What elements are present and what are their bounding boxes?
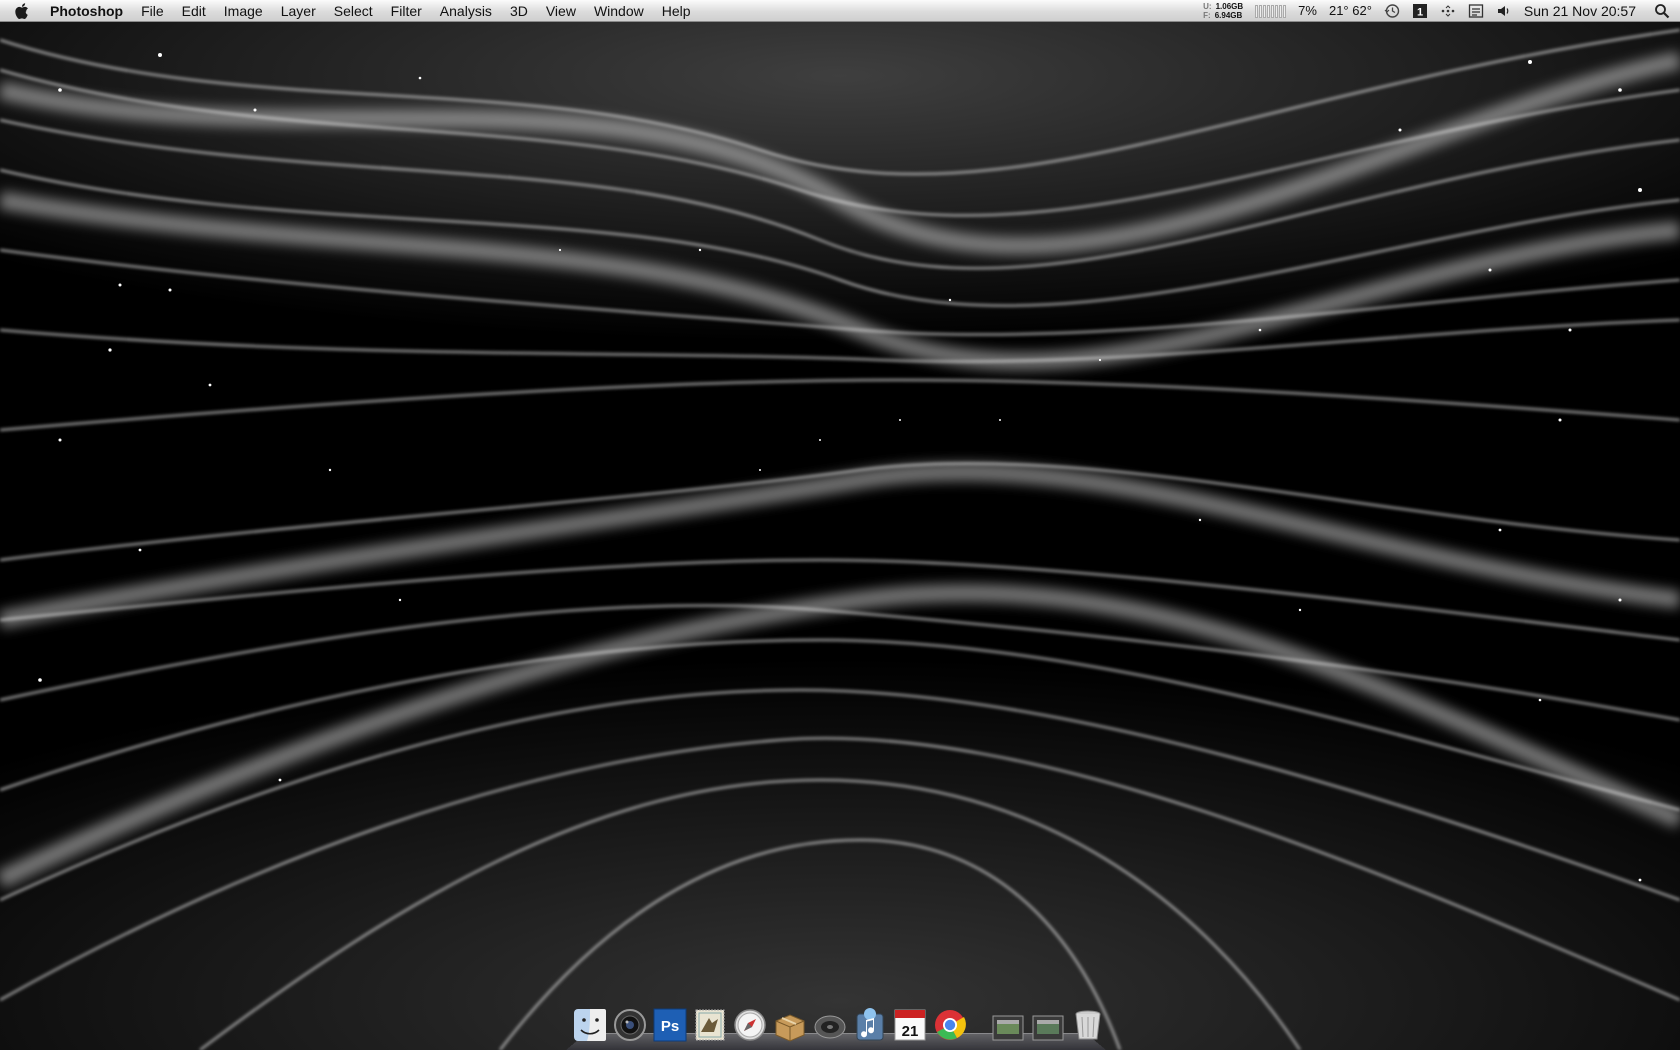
- menu-help[interactable]: Help: [653, 0, 700, 22]
- calendar-icon: 21: [894, 1009, 926, 1041]
- menu-select[interactable]: Select: [325, 0, 382, 22]
- mail-stamp-icon: [695, 1009, 725, 1041]
- menu-file[interactable]: File: [132, 0, 173, 22]
- dock-item-stack-1[interactable]: [990, 1006, 1026, 1044]
- cpu-monitor[interactable]: 7%: [1292, 0, 1323, 22]
- wallpaper-aurora-waves: [0, 0, 1680, 1050]
- package-box-icon: [775, 1014, 805, 1042]
- dock-item-stack-2[interactable]: [1030, 1006, 1066, 1044]
- safari-compass-icon: [734, 1009, 766, 1041]
- apple-menu[interactable]: [0, 0, 44, 22]
- spotlight-search-icon: [1655, 3, 1670, 18]
- desktop[interactable]: Photoshop File Edit Image Layer Select F…: [0, 0, 1680, 1050]
- menu-edit[interactable]: Edit: [173, 0, 215, 22]
- photoshop-icon-label: Ps: [661, 1018, 679, 1035]
- dock-item-trash[interactable]: [1070, 1006, 1106, 1044]
- time-machine-icon: [1384, 3, 1400, 18]
- status-menus: U: 1.06GB F: 6.94GB 7% 21° 62° 1 Sun 21 …: [1197, 0, 1680, 22]
- menu-view[interactable]: View: [537, 0, 585, 22]
- photoshop-icon: Ps: [653, 1008, 687, 1042]
- bluetooth-menu[interactable]: [1434, 0, 1462, 22]
- calendar-day-label: 21: [902, 1023, 919, 1040]
- menu-3d[interactable]: 3D: [501, 0, 537, 22]
- aperture-lens-icon: [614, 1009, 646, 1041]
- spaces-menu[interactable]: 1: [1406, 0, 1434, 22]
- folder-stack-icon: [1032, 1015, 1064, 1041]
- temperature-monitor[interactable]: 21° 62°: [1323, 0, 1378, 22]
- dots-menu-icon: [1441, 4, 1455, 17]
- dock-item-mail[interactable]: [692, 1006, 728, 1044]
- dock-item-photoshop[interactable]: Ps: [652, 1006, 688, 1044]
- itunes-icon: [856, 1008, 884, 1041]
- folder-stack-icon: [992, 1015, 1024, 1041]
- dock-item-aperture[interactable]: [612, 1006, 648, 1044]
- memory-monitor[interactable]: U: 1.06GB F: 6.94GB: [1197, 0, 1249, 22]
- dock-separator: [972, 1006, 986, 1044]
- memory-used-value: 1.06GB: [1215, 1, 1244, 11]
- app-menu-photoshop[interactable]: Photoshop: [44, 0, 132, 22]
- input-menu[interactable]: [1462, 0, 1490, 22]
- volume-menu[interactable]: [1490, 0, 1518, 22]
- dock-item-installer[interactable]: [772, 1006, 808, 1044]
- svg-text:1: 1: [1417, 6, 1423, 18]
- menu-window[interactable]: Window: [585, 0, 653, 22]
- dock: Ps 21: [566, 995, 1106, 1050]
- dock-item-speaker[interactable]: [812, 1006, 848, 1044]
- dock-item-safari[interactable]: [732, 1006, 768, 1044]
- cpu-percent: 7%: [1298, 3, 1317, 18]
- menu-layer[interactable]: Layer: [272, 0, 325, 22]
- speaker-icon: [814, 1015, 846, 1039]
- menu-image[interactable]: Image: [215, 0, 272, 22]
- spotlight-button[interactable]: [1648, 0, 1680, 22]
- dock-item-chrome[interactable]: [932, 1006, 968, 1044]
- disk-activity-meter[interactable]: [1249, 0, 1292, 22]
- dock-item-ical[interactable]: 21: [892, 1006, 928, 1044]
- time-machine-menu[interactable]: [1378, 0, 1406, 22]
- spaces-number-icon: 1: [1412, 3, 1427, 18]
- trash-icon: [1075, 1010, 1101, 1040]
- activity-bars-icon: [1255, 4, 1287, 18]
- clock[interactable]: Sun 21 Nov 20:57: [1518, 0, 1648, 22]
- speaker-volume-icon: [1497, 5, 1509, 16]
- chrome-icon: [935, 1010, 966, 1040]
- memory-used-key: U:: [1203, 1, 1212, 11]
- menu-analysis[interactable]: Analysis: [431, 0, 501, 22]
- dock-item-itunes[interactable]: [852, 1006, 888, 1044]
- apple-logo-icon: [15, 2, 28, 19]
- finder-icon: [574, 1009, 606, 1041]
- menu-bar: Photoshop File Edit Image Layer Select F…: [0, 0, 1680, 22]
- memory-free-value: 6.94GB: [1214, 10, 1243, 20]
- memory-free-key: F:: [1203, 10, 1211, 20]
- temperature-readout: 21° 62°: [1328, 3, 1372, 18]
- keyboard-viewer-icon: [1468, 3, 1484, 18]
- dock-item-finder[interactable]: [572, 1006, 608, 1044]
- menu-filter[interactable]: Filter: [382, 0, 431, 22]
